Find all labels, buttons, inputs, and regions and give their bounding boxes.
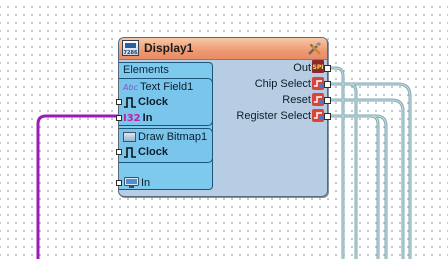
pin-label-in: In bbox=[141, 177, 151, 189]
wire-integer[interactable] bbox=[36, 114, 118, 259]
out-pin-label: Out bbox=[293, 62, 311, 74]
register-select-label: Register Select bbox=[236, 110, 311, 122]
register-select-pin[interactable] bbox=[324, 113, 331, 120]
digital-output-icon bbox=[312, 93, 324, 106]
pin-label-in: In bbox=[142, 112, 153, 124]
wire-register-select[interactable] bbox=[330, 114, 380, 259]
chip-select-pin[interactable] bbox=[324, 81, 331, 88]
clock-pulse-icon bbox=[124, 96, 136, 108]
clock-pin[interactable] bbox=[116, 149, 122, 155]
pin-label-clock: Clock bbox=[138, 146, 168, 158]
clock-pulse-icon bbox=[124, 146, 136, 158]
svg-text:SPI: SPI bbox=[313, 64, 324, 71]
clock-pin[interactable] bbox=[116, 99, 122, 105]
elements-header: Elements bbox=[123, 64, 169, 76]
component-title-bar[interactable]: 7286 Display1 bbox=[119, 38, 327, 60]
chip-select-label: Chip Select bbox=[254, 78, 311, 90]
display-component-icon: 7286 bbox=[122, 40, 139, 56]
spi-icon: SPI bbox=[312, 60, 324, 73]
digital-output-icon bbox=[312, 77, 324, 90]
text-field-icon: Abc bbox=[123, 82, 138, 92]
element-draw-bitmap1[interactable]: Draw Bitmap1 Clock bbox=[116, 128, 213, 163]
display-component[interactable]: 7286 Display1 Elements Abc Text Field1 C… bbox=[116, 37, 331, 197]
pin-label-clock: Clock bbox=[138, 96, 168, 108]
reset-pin[interactable] bbox=[324, 97, 331, 104]
element-name: Text Field1 bbox=[140, 81, 194, 93]
int32-icon: I32 bbox=[123, 112, 141, 124]
int-in-pin[interactable] bbox=[116, 115, 122, 121]
digital-output-icon bbox=[312, 109, 324, 122]
element-text-field1[interactable]: Abc Text Field1 Clock I32 In bbox=[116, 78, 213, 126]
component-title: Display1 bbox=[144, 41, 194, 55]
display-in-pin[interactable] bbox=[116, 180, 122, 186]
display-input-icon bbox=[124, 177, 139, 188]
reset-label: Reset bbox=[282, 94, 311, 106]
wrench-screwdriver-icon[interactable] bbox=[307, 41, 322, 56]
bitmap-icon bbox=[123, 132, 136, 142]
wire-reset[interactable] bbox=[330, 98, 405, 259]
wire-out-spi[interactable] bbox=[330, 66, 345, 259]
out-pin[interactable] bbox=[324, 65, 331, 72]
element-name: Draw Bitmap1 bbox=[138, 131, 208, 143]
